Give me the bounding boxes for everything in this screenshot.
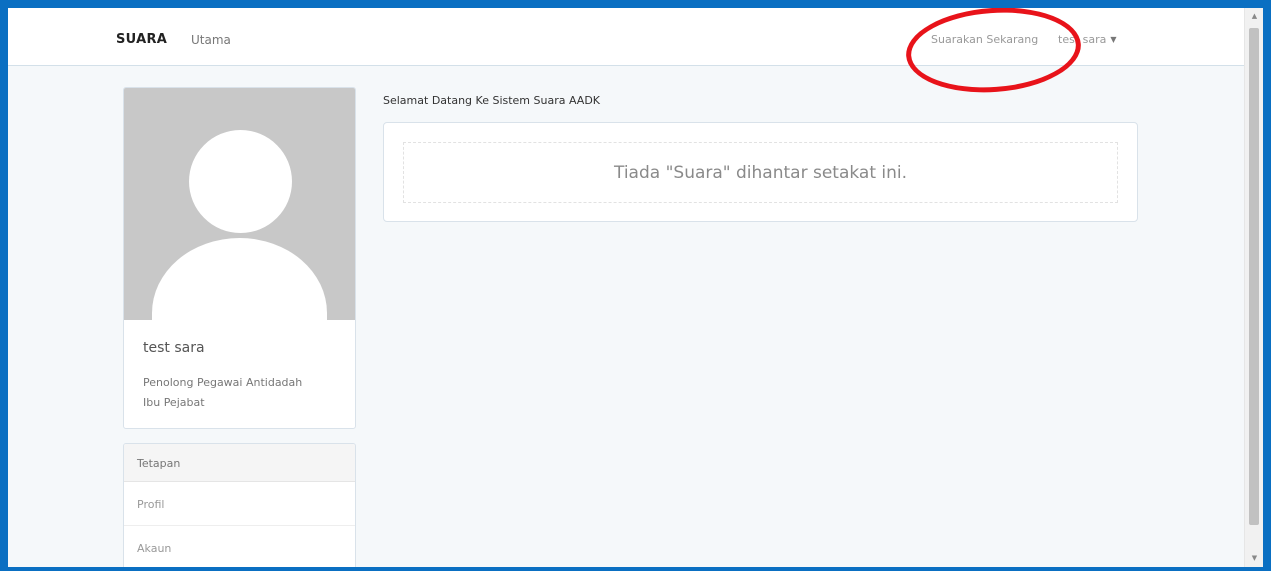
browser-viewport: SUARA Utama Suarakan Sekarang test sara ▼… [8, 8, 1263, 567]
profile-card: test sara Penolong Pegawai Antidadah Ibu… [123, 87, 356, 429]
submit-voice-link[interactable]: Suarakan Sekarang [931, 33, 1038, 46]
profile-name: test sara [143, 340, 205, 356]
user-menu-label: test sara [1058, 33, 1107, 46]
caret-down-icon: ▼ [1110, 35, 1117, 44]
avatar-head-shape [189, 130, 292, 233]
profile-position: Penolong Pegawai Antidadah [143, 376, 303, 389]
profile-office: Ibu Pejabat [143, 396, 205, 409]
scroll-down-arrow-icon[interactable]: ▼ [1245, 550, 1263, 567]
brand-logo-link[interactable]: SUARA [116, 32, 167, 47]
voices-panel: Tiada "Suara" dihantar setakat ini. [383, 122, 1138, 222]
avatar-body-shape [152, 238, 327, 320]
welcome-heading: Selamat Datang Ke Sistem Suara AADK [383, 94, 601, 107]
empty-state-message: Tiada "Suara" dihantar setakat ini. [613, 162, 908, 183]
settings-item-profile[interactable]: Profil [124, 482, 355, 526]
nav-home-link[interactable]: Utama [191, 33, 231, 47]
top-navbar: SUARA Utama Suarakan Sekarang test sara ▼ [8, 8, 1244, 66]
settings-item-account[interactable]: Akaun [124, 526, 355, 567]
scroll-up-arrow-icon[interactable]: ▲ [1245, 8, 1263, 25]
scrollbar-thumb[interactable] [1249, 28, 1259, 525]
user-menu-dropdown[interactable]: test sara ▼ [1058, 33, 1117, 46]
settings-panel: Tetapan Profil Akaun [123, 443, 356, 567]
vertical-scrollbar[interactable]: ▲ ▼ [1244, 8, 1263, 567]
user-avatar-icon [124, 88, 355, 320]
empty-state-box: Tiada "Suara" dihantar setakat ini. [403, 142, 1118, 203]
settings-heading: Tetapan [124, 444, 355, 482]
profile-role: Penolong Pegawai Antidadah Ibu Pejabat [143, 373, 343, 413]
